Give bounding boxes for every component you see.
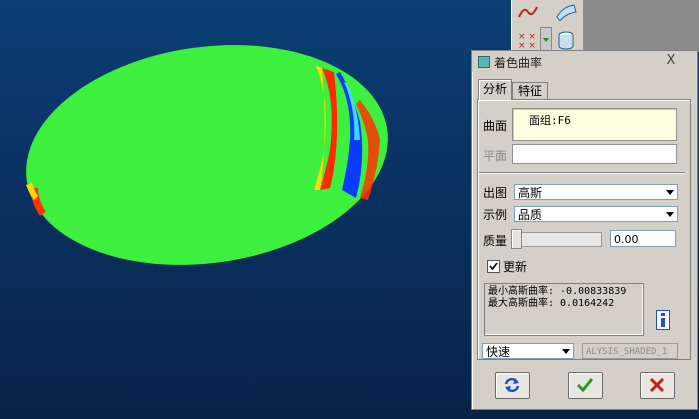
surface-icon[interactable]: [554, 3, 578, 21]
info-icon[interactable]: [656, 310, 670, 330]
close-button[interactable]: X: [651, 52, 691, 70]
dialog-titlebar[interactable]: 着色曲率 X: [472, 51, 697, 72]
section-divider: [479, 172, 685, 174]
shaded-curvature-dialog: 着色曲率 X 分析 特征 曲面 面组:F6 平面 出图 高斯 示例 品质 质量 …: [471, 50, 698, 410]
svg-text:× ×: × ×: [518, 41, 536, 50]
min-curvature-text: 最小高斯曲率: -0.00833839: [488, 286, 627, 297]
dialog-title: 着色曲率: [494, 56, 543, 70]
tab-features[interactable]: 特征: [512, 82, 548, 100]
feature-toolbar: × × × ×: [511, 0, 584, 53]
shaded-curvature-surface: [26, 45, 388, 265]
example-label: 示例: [483, 208, 508, 222]
cylinder-icon[interactable]: [556, 30, 576, 50]
chevron-down-icon: [666, 212, 674, 217]
plot-value: 高斯: [518, 186, 543, 200]
repeat-button[interactable]: [495, 372, 530, 399]
speed-value: 快速: [486, 345, 511, 359]
ok-button[interactable]: [568, 372, 603, 399]
quality-slider-track[interactable]: [512, 232, 602, 247]
analysis-name-field[interactable]: ALYSIS_SHADED_1: [582, 343, 678, 359]
update-checkbox[interactable]: [487, 260, 500, 273]
surface-collector[interactable]: 面组:F6: [512, 108, 677, 141]
speed-select[interactable]: 快速: [482, 343, 574, 359]
toolbar-background: [583, 0, 699, 52]
chevron-down-icon: [666, 190, 674, 195]
ok-checkmark-icon: [576, 378, 594, 393]
plane-collector[interactable]: [512, 144, 677, 164]
tab-analysis[interactable]: 分析: [478, 79, 512, 100]
example-value: 品质: [518, 208, 543, 222]
quality-label: 质量: [483, 234, 508, 248]
update-label: 更新: [503, 260, 528, 274]
dropdown-arrow-icon: [543, 38, 549, 42]
curvature-results: 最小高斯曲率: -0.00833839 最大高斯曲率: 0.0164242: [484, 283, 644, 336]
curve-icon[interactable]: [517, 4, 539, 20]
example-select[interactable]: 品质: [514, 206, 678, 222]
surface-value: 面组:F6: [529, 114, 571, 127]
checkmark-icon: [489, 262, 498, 271]
cancel-x-icon: [649, 377, 665, 393]
plane-label: 平面: [483, 149, 508, 163]
surface-analysis-icon: [478, 56, 490, 68]
quality-slider-thumb[interactable]: [511, 229, 522, 249]
points-icon[interactable]: × × × ×: [517, 30, 537, 50]
max-curvature-text: 最大高斯曲率: 0.0164242: [488, 298, 615, 309]
surface-label: 曲面: [483, 119, 508, 133]
plot-select[interactable]: 高斯: [514, 184, 678, 200]
cancel-button[interactable]: [640, 372, 675, 399]
repeat-icon: [504, 377, 520, 393]
surface-body: [26, 45, 388, 265]
quality-input[interactable]: 0.00: [610, 230, 676, 247]
chevron-down-icon: [562, 349, 570, 354]
plot-label: 出图: [483, 186, 508, 200]
